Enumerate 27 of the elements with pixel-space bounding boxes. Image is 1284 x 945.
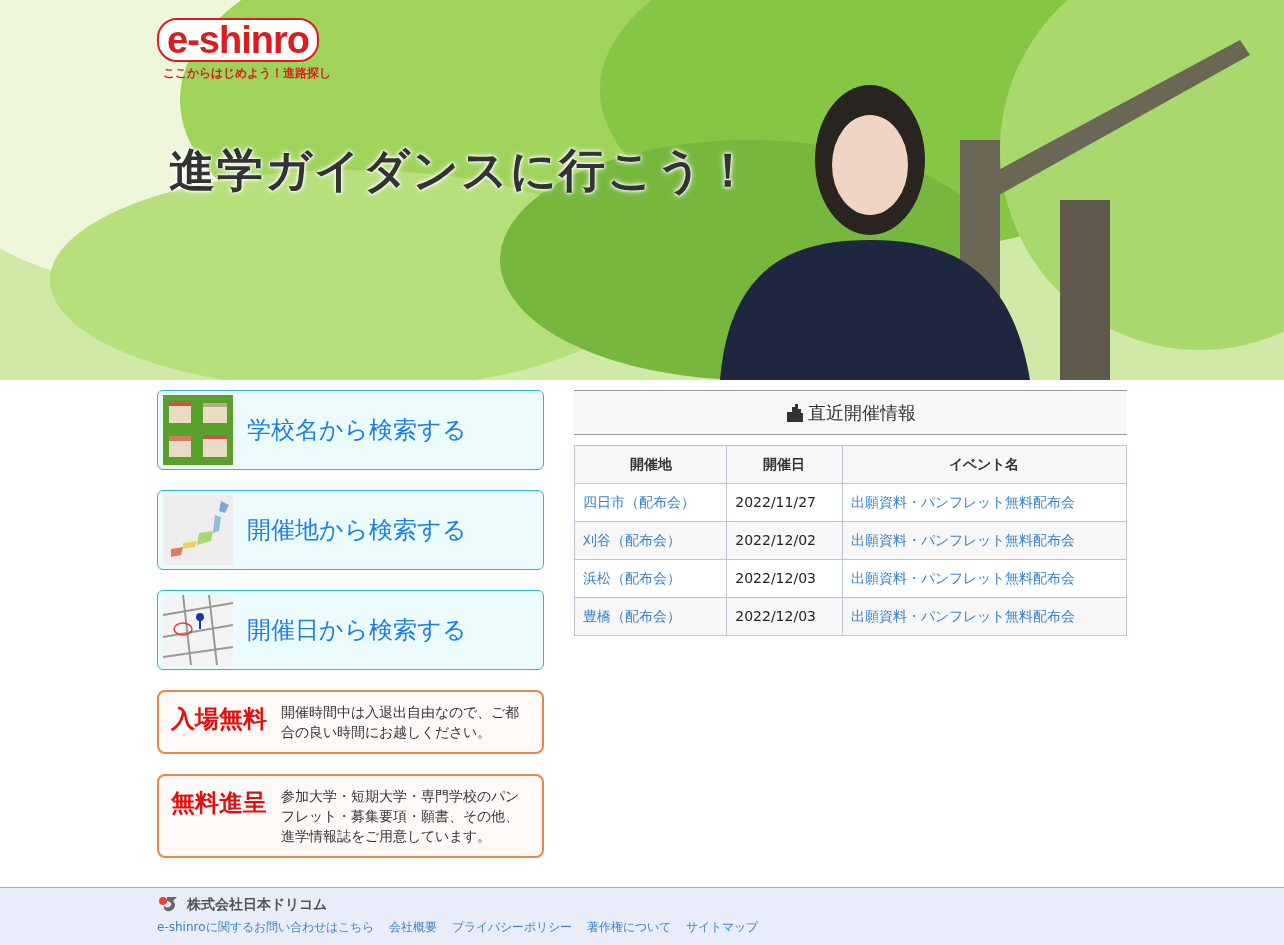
footer-link[interactable]: e-shinroに関するお問い合わせはこちら (157, 918, 374, 936)
hero-headline: 進学ガイダンスに行こう！ (169, 142, 753, 199)
calendar-search-button[interactable]: 開催日から検索する (157, 590, 544, 670)
date-cell: 2022/12/02 (726, 521, 843, 560)
notice-text: 開催時間中は入退出自由なので、ご都合の良い時間にお越しください。 (281, 703, 520, 742)
japan-map-icon (163, 495, 233, 565)
footer-link[interactable]: プライバシーポリシー (451, 918, 572, 936)
date-cell: 2022/12/03 (726, 597, 843, 636)
calendar-icon (163, 595, 233, 665)
date-cell: 2022/11/27 (726, 483, 843, 522)
map-search-button[interactable]: 開催地から検索する (157, 490, 544, 570)
footer-link[interactable]: 会社概要 (388, 918, 437, 936)
date-cell: 2022/12/03 (726, 559, 843, 598)
column-header: 開催日 (726, 445, 843, 484)
notice-text: 参加大学・短期大学・専門学校のパンフレット・募集要項・願書、その他、進学情報誌をご用意しています。 (281, 787, 520, 846)
school-buildings-icon (163, 395, 233, 465)
footer-link[interactable]: 著作権について (586, 918, 671, 936)
column-header: イベント名 (842, 445, 1127, 484)
column-header: 開催地 (574, 445, 727, 484)
site-logo[interactable]: e-shinro (157, 18, 319, 62)
buildings-icon (785, 403, 804, 422)
section-title: 直近開催情報 (807, 401, 916, 425)
notice-title: 入場無料 (171, 704, 267, 735)
footer-link[interactable]: サイトマップ (685, 918, 758, 936)
notice-title: 無料進呈 (171, 788, 267, 819)
company-name: 株式会社日本ドリコム (187, 894, 327, 914)
school-search-button[interactable]: 学校名から検索する (157, 390, 544, 470)
